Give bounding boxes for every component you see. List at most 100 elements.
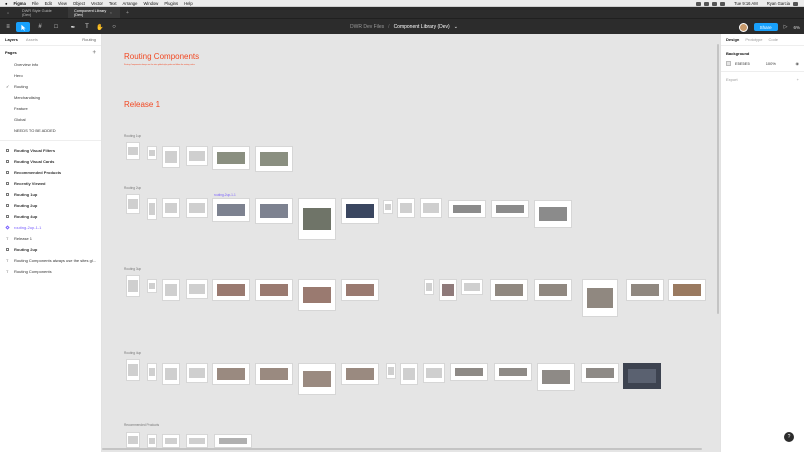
color-swatch[interactable] — [726, 61, 731, 66]
search-icon[interactable] — [793, 1, 798, 6]
frame-thumbnail[interactable] — [491, 200, 529, 218]
comment-tool-button[interactable]: ○ — [110, 22, 118, 32]
frame-thumbnail[interactable] — [298, 363, 336, 395]
new-tab-button[interactable]: + — [126, 10, 129, 16]
horizontal-scrollbar[interactable] — [102, 448, 702, 450]
layer-item[interactable]: routing-2up-1-1 — [0, 222, 101, 233]
layer-item[interactable]: Recently Viewed — [0, 178, 101, 189]
canvas-title[interactable]: Routing Components — [124, 52, 199, 61]
page-item[interactable]: Feature — [0, 103, 101, 114]
frame-thumbnail[interactable] — [126, 142, 140, 160]
help-button[interactable]: ? — [784, 432, 794, 442]
vertical-scrollbar[interactable] — [717, 44, 719, 314]
frame-thumbnail[interactable] — [341, 198, 379, 224]
layer-item[interactable]: Recommended Products — [0, 167, 101, 178]
frame-thumbnail[interactable] — [626, 279, 664, 301]
frame-thumbnail[interactable] — [162, 363, 180, 385]
frame-thumbnail[interactable] — [147, 363, 157, 381]
apple-icon[interactable]: ● — [5, 1, 8, 6]
frame-thumbnail[interactable] — [186, 279, 208, 299]
menu-plugins[interactable]: Plugins — [164, 1, 178, 6]
frame-thumbnail[interactable] — [186, 146, 208, 166]
file-name[interactable]: Component Library (Dev) — [394, 24, 450, 30]
layer-item[interactable]: T Routing Components — [0, 266, 101, 277]
eye-icon[interactable]: ◉ — [796, 61, 800, 66]
shape-tool-button[interactable]: □ — [50, 22, 62, 32]
project-name[interactable]: DWR Dev Files — [350, 24, 384, 30]
background-hex[interactable]: E5E5E5 — [735, 61, 750, 66]
frame-thumbnail[interactable] — [186, 363, 208, 383]
menu-help[interactable]: Help — [184, 1, 193, 6]
text-tool-button[interactable]: T — [83, 22, 91, 32]
frame-thumbnail[interactable] — [341, 279, 379, 301]
frame-thumbnail[interactable] — [212, 363, 250, 385]
play-icon[interactable]: ▷ — [784, 24, 788, 30]
battery-icon[interactable] — [720, 1, 726, 6]
pen-tool-button[interactable]: ✒ — [67, 22, 79, 32]
frame-thumbnail[interactable] — [126, 359, 140, 381]
tab-assets[interactable]: Assets — [26, 37, 38, 42]
frame-thumbnail[interactable] — [186, 198, 208, 218]
frame-thumbnail[interactable] — [126, 432, 140, 448]
frame-thumbnail[interactable] — [147, 146, 157, 160]
menu-app[interactable]: Figma — [14, 1, 26, 6]
frame-thumbnail[interactable] — [534, 279, 572, 301]
canvas-subtitle[interactable]: Routing Components always use the sites … — [124, 64, 195, 66]
frame-thumbnail[interactable] — [162, 434, 180, 448]
frame-thumbnail[interactable] — [424, 279, 434, 295]
share-button[interactable]: Share — [753, 23, 778, 31]
menu-file[interactable]: File — [32, 1, 39, 6]
layer-item[interactable]: Routing Visual Cards — [0, 156, 101, 167]
background-opacity[interactable]: 100% — [766, 61, 776, 66]
frame-thumbnail[interactable] — [341, 363, 379, 385]
frame-thumbnail[interactable] — [400, 363, 418, 385]
page-item[interactable]: Global — [0, 114, 101, 125]
frame-thumbnail[interactable] — [212, 279, 250, 301]
frame-thumbnail[interactable] — [537, 363, 575, 391]
frame-thumbnail[interactable] — [255, 363, 293, 385]
frame-thumbnail[interactable] — [147, 198, 157, 220]
clock[interactable]: Tue 9:16 AM — [734, 1, 758, 6]
frame-thumbnail[interactable] — [494, 363, 532, 381]
close-icon[interactable]: × — [110, 11, 112, 15]
page-item[interactable]: Hero — [0, 70, 101, 81]
section-label[interactable]: Routing 2up — [124, 186, 141, 190]
menu-text[interactable]: Text — [109, 1, 117, 6]
move-tool-button[interactable] — [16, 22, 30, 32]
menu-view[interactable]: View — [58, 1, 67, 6]
page-item[interactable]: Overview info — [0, 59, 101, 70]
hand-tool-button[interactable]: ✋ — [96, 22, 104, 32]
frame-thumbnail[interactable] — [581, 363, 619, 383]
frame-thumbnail[interactable] — [383, 200, 393, 214]
frame-thumbnail[interactable] — [490, 279, 528, 301]
section-label[interactable]: Routing 1up — [124, 134, 141, 138]
layer-item[interactable]: Routing 2up — [0, 200, 101, 211]
menu-edit[interactable]: Edit — [45, 1, 52, 6]
frame-thumbnail[interactable] — [298, 279, 336, 311]
page-item[interactable]: NEEDS TO BE ADDED — [0, 125, 101, 136]
page-item[interactable]: Merchandising — [0, 92, 101, 103]
frame-thumbnail[interactable] — [162, 146, 180, 168]
frame-thumbnail[interactable] — [582, 279, 618, 317]
frame-thumbnail[interactable] — [386, 363, 396, 379]
frame-thumbnail[interactable] — [126, 194, 140, 214]
frame-thumbnail[interactable] — [255, 146, 293, 172]
frame-tool-button[interactable]: # — [34, 22, 46, 32]
avatar[interactable] — [738, 22, 748, 32]
home-icon[interactable]: ⌂ — [0, 11, 16, 15]
frame-thumbnail[interactable] — [212, 198, 250, 222]
section-label[interactable]: Routing 3up — [124, 267, 141, 271]
menu-arrange[interactable]: Arrange — [123, 1, 138, 6]
frame-thumbnail[interactable] — [448, 200, 486, 218]
frame-thumbnail[interactable] — [147, 279, 157, 293]
frame-thumbnail[interactable] — [212, 146, 250, 170]
release-heading[interactable]: Release 1 — [124, 100, 160, 109]
layer-item[interactable]: Routing 1up — [0, 189, 101, 200]
frame-thumbnail[interactable] — [186, 434, 208, 448]
frame-thumbnail[interactable] — [214, 434, 252, 448]
frame-thumbnail[interactable] — [423, 363, 445, 383]
tab-code[interactable]: Code — [768, 37, 778, 42]
frame-thumbnail[interactable] — [126, 275, 140, 297]
frame-thumbnail[interactable] — [397, 198, 415, 218]
frame-thumbnail[interactable] — [162, 279, 180, 301]
